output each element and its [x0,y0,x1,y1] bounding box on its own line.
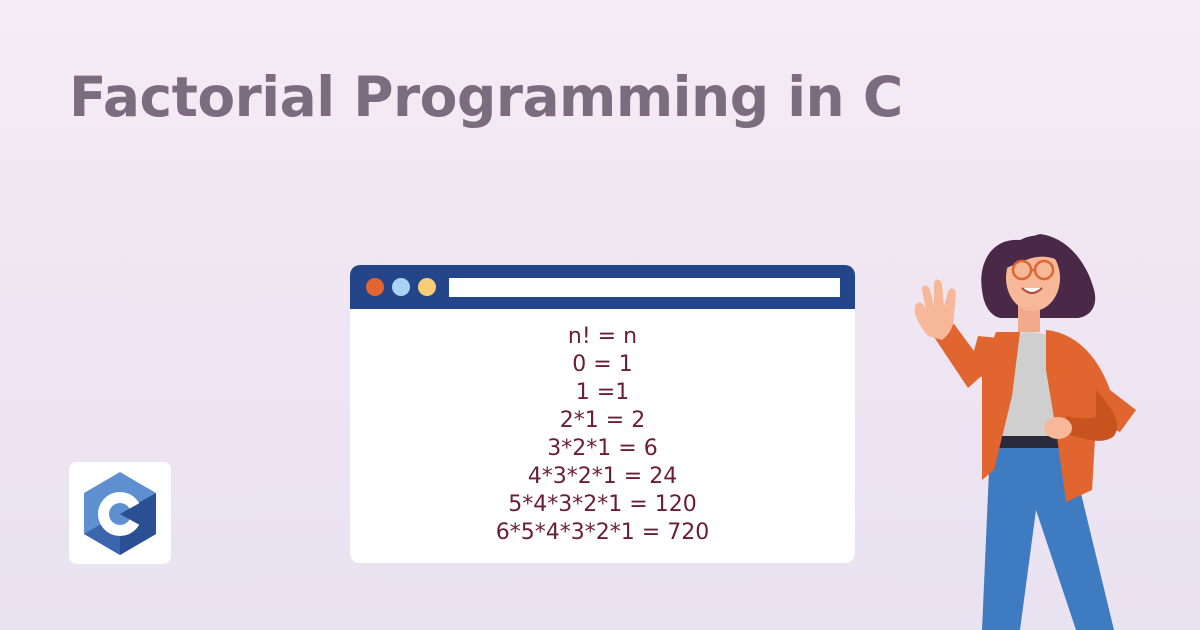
factorial-line: 6*5*4*3*2*1 = 720 [495,520,710,545]
factorial-line: 2*1 = 2 [559,408,646,433]
browser-title-bar [350,265,855,309]
close-dot-icon [366,278,384,296]
factorial-line: 1 =1 [575,380,630,405]
factorial-line: 0 = 1 [572,352,633,377]
factorial-line: 3*2*1 = 6 [547,436,658,461]
factorial-line: 5*4*3*2*1 = 120 [508,492,697,517]
address-bar [449,278,840,297]
minimize-dot-icon [392,278,410,296]
browser-window: n! = n 0 = 1 1 =1 2*1 = 2 3*2*1 = 6 4*3*… [350,265,855,563]
factorial-list: n! = n 0 = 1 1 =1 2*1 = 2 3*2*1 = 6 4*3*… [350,323,855,547]
factorial-line: n! = n [567,324,638,349]
page-title: Factorial Programming in C [69,65,903,129]
c-language-logo-card [69,462,171,564]
factorial-line: 4*3*2*1 = 24 [527,464,678,489]
maximize-dot-icon [418,278,436,296]
waving-woman-illustration [914,234,1136,630]
c-language-logo-icon [84,472,156,555]
